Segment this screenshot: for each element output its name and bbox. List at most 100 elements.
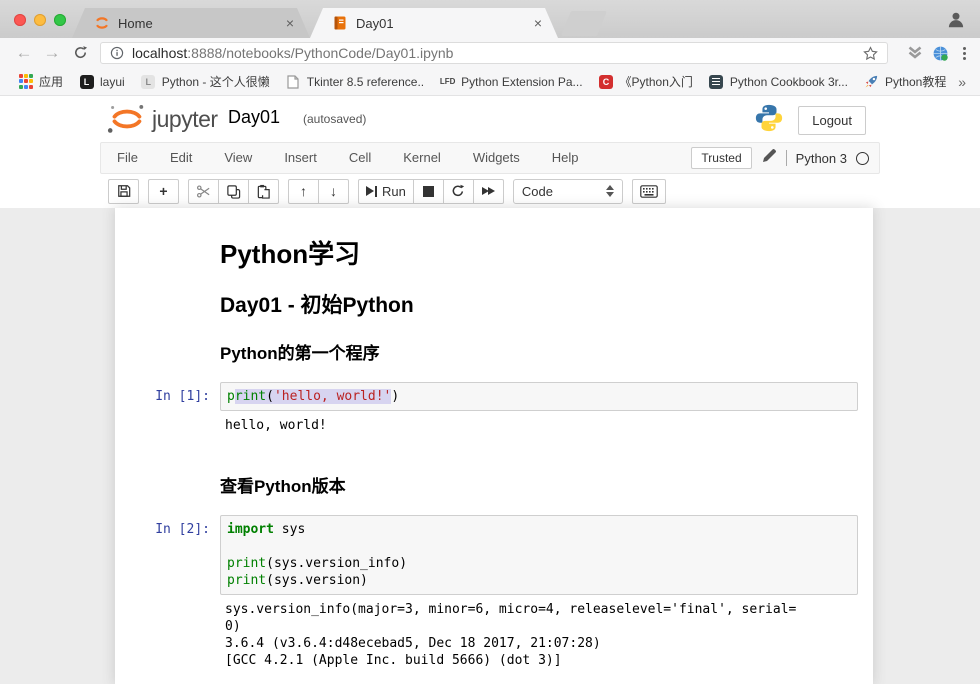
menu-edit[interactable]: Edit [154, 143, 208, 173]
site-info-icon[interactable] [110, 46, 124, 60]
divider [786, 150, 787, 166]
bookmark-label: Tkinter 8.5 reference.. [307, 75, 424, 89]
restart-icon [451, 184, 465, 198]
move-cell-down-button[interactable]: ↓ [318, 179, 349, 204]
browser-window: Home × Day01 × ← → [0, 0, 980, 684]
menu-file[interactable]: File [101, 143, 154, 173]
arrow-up-icon: ↑ [300, 183, 307, 199]
menu-widgets[interactable]: Widgets [457, 143, 536, 173]
output-text: hello, world! [225, 417, 854, 434]
window-close-button[interactable] [14, 14, 26, 26]
heading-check-version: 查看Python版本 [220, 472, 853, 497]
run-cell-button[interactable]: Run [358, 179, 414, 204]
restart-run-all-button[interactable] [473, 179, 504, 204]
paste-cell-button[interactable] [248, 179, 279, 204]
back-icon[interactable]: ← [10, 39, 38, 67]
bookmark-apps[interactable]: 应用 [10, 73, 71, 90]
bookmark-label: 《Python入门 [620, 73, 693, 90]
bookmark-cookbook[interactable]: Python Cookbook 3r... [701, 74, 856, 89]
tab-day01[interactable]: Day01 × [310, 8, 558, 38]
bookmark-layui[interactable]: L layui [71, 74, 133, 89]
window-minimize-button[interactable] [34, 14, 46, 26]
output-prompt [115, 595, 220, 673]
bookmark-python-tutorial[interactable]: Python教程 [856, 73, 954, 90]
bookmark-python-blog[interactable]: L Python - 这个人很懒 [133, 73, 278, 90]
bookmark-star-icon[interactable] [863, 46, 878, 61]
cell-type-value: Code [522, 184, 553, 199]
profile-icon[interactable] [946, 10, 966, 30]
menu-view[interactable]: View [208, 143, 268, 173]
bookmarks-overflow-icon[interactable]: » [958, 74, 970, 90]
cell-output: sys.version_info(major=3, minor=6, micro… [220, 595, 858, 673]
page-favicon [286, 74, 301, 89]
window-zoom-button[interactable] [54, 14, 66, 26]
notebook-title[interactable]: Day01 [228, 107, 280, 128]
address-bar: ← → localhost:8888/notebooks/PythonCode/… [0, 38, 980, 68]
bookmark-python-extension[interactable]: LFD Python Extension Pa... [432, 74, 590, 89]
url-field[interactable]: localhost:8888/notebooks/PythonCode/Day0… [100, 42, 888, 64]
command-palette-button[interactable] [632, 179, 666, 204]
notebook-container: Python学习 Day01 - 初始Python Python的第一个程序 I… [115, 208, 873, 684]
jupyter-wordmark: jupyter [152, 106, 218, 133]
bookmark-label: Python教程 [885, 73, 946, 90]
select-arrows-icon [606, 185, 614, 197]
tab-close-icon[interactable]: × [530, 15, 546, 31]
jupyter-logo[interactable]: jupyter [104, 102, 218, 136]
heading-day01: Day01 - 初始Python [220, 289, 853, 319]
letter-l-favicon: L [141, 75, 155, 89]
book-favicon [709, 75, 723, 89]
globe-extension-icon[interactable] [932, 45, 949, 62]
markdown-cell-version[interactable]: 查看Python版本 [115, 472, 873, 497]
move-cell-up-button[interactable]: ↑ [288, 179, 319, 204]
chevron-down-extension-icon[interactable] [907, 46, 923, 60]
paste-icon [256, 184, 271, 199]
code-cell-2[interactable]: In [2]: import sys print(sys.version_inf… [115, 515, 873, 673]
pencil-icon[interactable] [761, 148, 777, 169]
add-cell-button[interactable]: + [148, 179, 179, 204]
output-text: sys.version_info(major=3, minor=6, micro… [225, 601, 854, 669]
keyboard-icon [640, 185, 658, 198]
cell-type-select[interactable]: Code [513, 179, 623, 204]
url-host: localhost [132, 45, 187, 61]
kernel-name: Python 3 [796, 151, 847, 166]
jupyter-favicon-icon [94, 15, 110, 31]
markdown-cell-title[interactable]: Python学习 Day01 - 初始Python Python的第一个程序 [115, 234, 873, 364]
code-editor[interactable]: print('hello, world!') [220, 382, 858, 411]
bookmark-label: layui [100, 75, 125, 89]
step-forward-icon [366, 186, 377, 197]
copy-icon [226, 184, 241, 199]
trusted-button[interactable]: Trusted [691, 147, 751, 169]
bookmarks-bar: 应用 L layui L Python - 这个人很懒 Tkinter 8.5 … [0, 68, 980, 96]
input-prompt: In [1]: [115, 382, 220, 411]
menu-help[interactable]: Help [536, 143, 595, 173]
bookmark-python-intro[interactable]: C 《Python入门 [591, 73, 701, 90]
restart-kernel-button[interactable] [443, 179, 474, 204]
heading-first-program: Python的第一个程序 [220, 339, 853, 364]
jupyter-toolbar: + [100, 174, 880, 208]
url-text: localhost:8888/notebooks/PythonCode/Day0… [132, 45, 453, 61]
tab-title: Day01 [356, 16, 530, 31]
forward-icon[interactable]: → [38, 39, 66, 67]
menu-insert[interactable]: Insert [268, 143, 333, 173]
lfd-favicon: LFD [440, 77, 456, 86]
tab-close-icon[interactable]: × [282, 15, 298, 31]
bookmark-tkinter[interactable]: Tkinter 8.5 reference.. [278, 74, 432, 89]
browser-menu-icon[interactable] [959, 47, 970, 60]
code-cell-1[interactable]: In [1]: print('hello, world!') hello, wo… [115, 382, 873, 438]
copy-cell-button[interactable] [218, 179, 249, 204]
save-button[interactable] [108, 179, 139, 204]
rocket-favicon [864, 74, 879, 89]
code-editor[interactable]: import sys print(sys.version_info)print(… [220, 515, 858, 595]
tab-home[interactable]: Home × [72, 8, 310, 38]
output-prompt [115, 411, 220, 438]
heading-python-study: Python学习 [220, 234, 853, 271]
interrupt-kernel-button[interactable] [413, 179, 444, 204]
logout-button[interactable]: Logout [798, 106, 866, 135]
cell-output: hello, world! [220, 411, 858, 438]
reload-icon[interactable] [66, 39, 94, 67]
new-tab-button[interactable] [561, 11, 607, 36]
bookmark-label: 应用 [39, 73, 63, 90]
menu-cell[interactable]: Cell [333, 143, 387, 173]
menu-kernel[interactable]: Kernel [387, 143, 457, 173]
cut-cell-button[interactable] [188, 179, 219, 204]
